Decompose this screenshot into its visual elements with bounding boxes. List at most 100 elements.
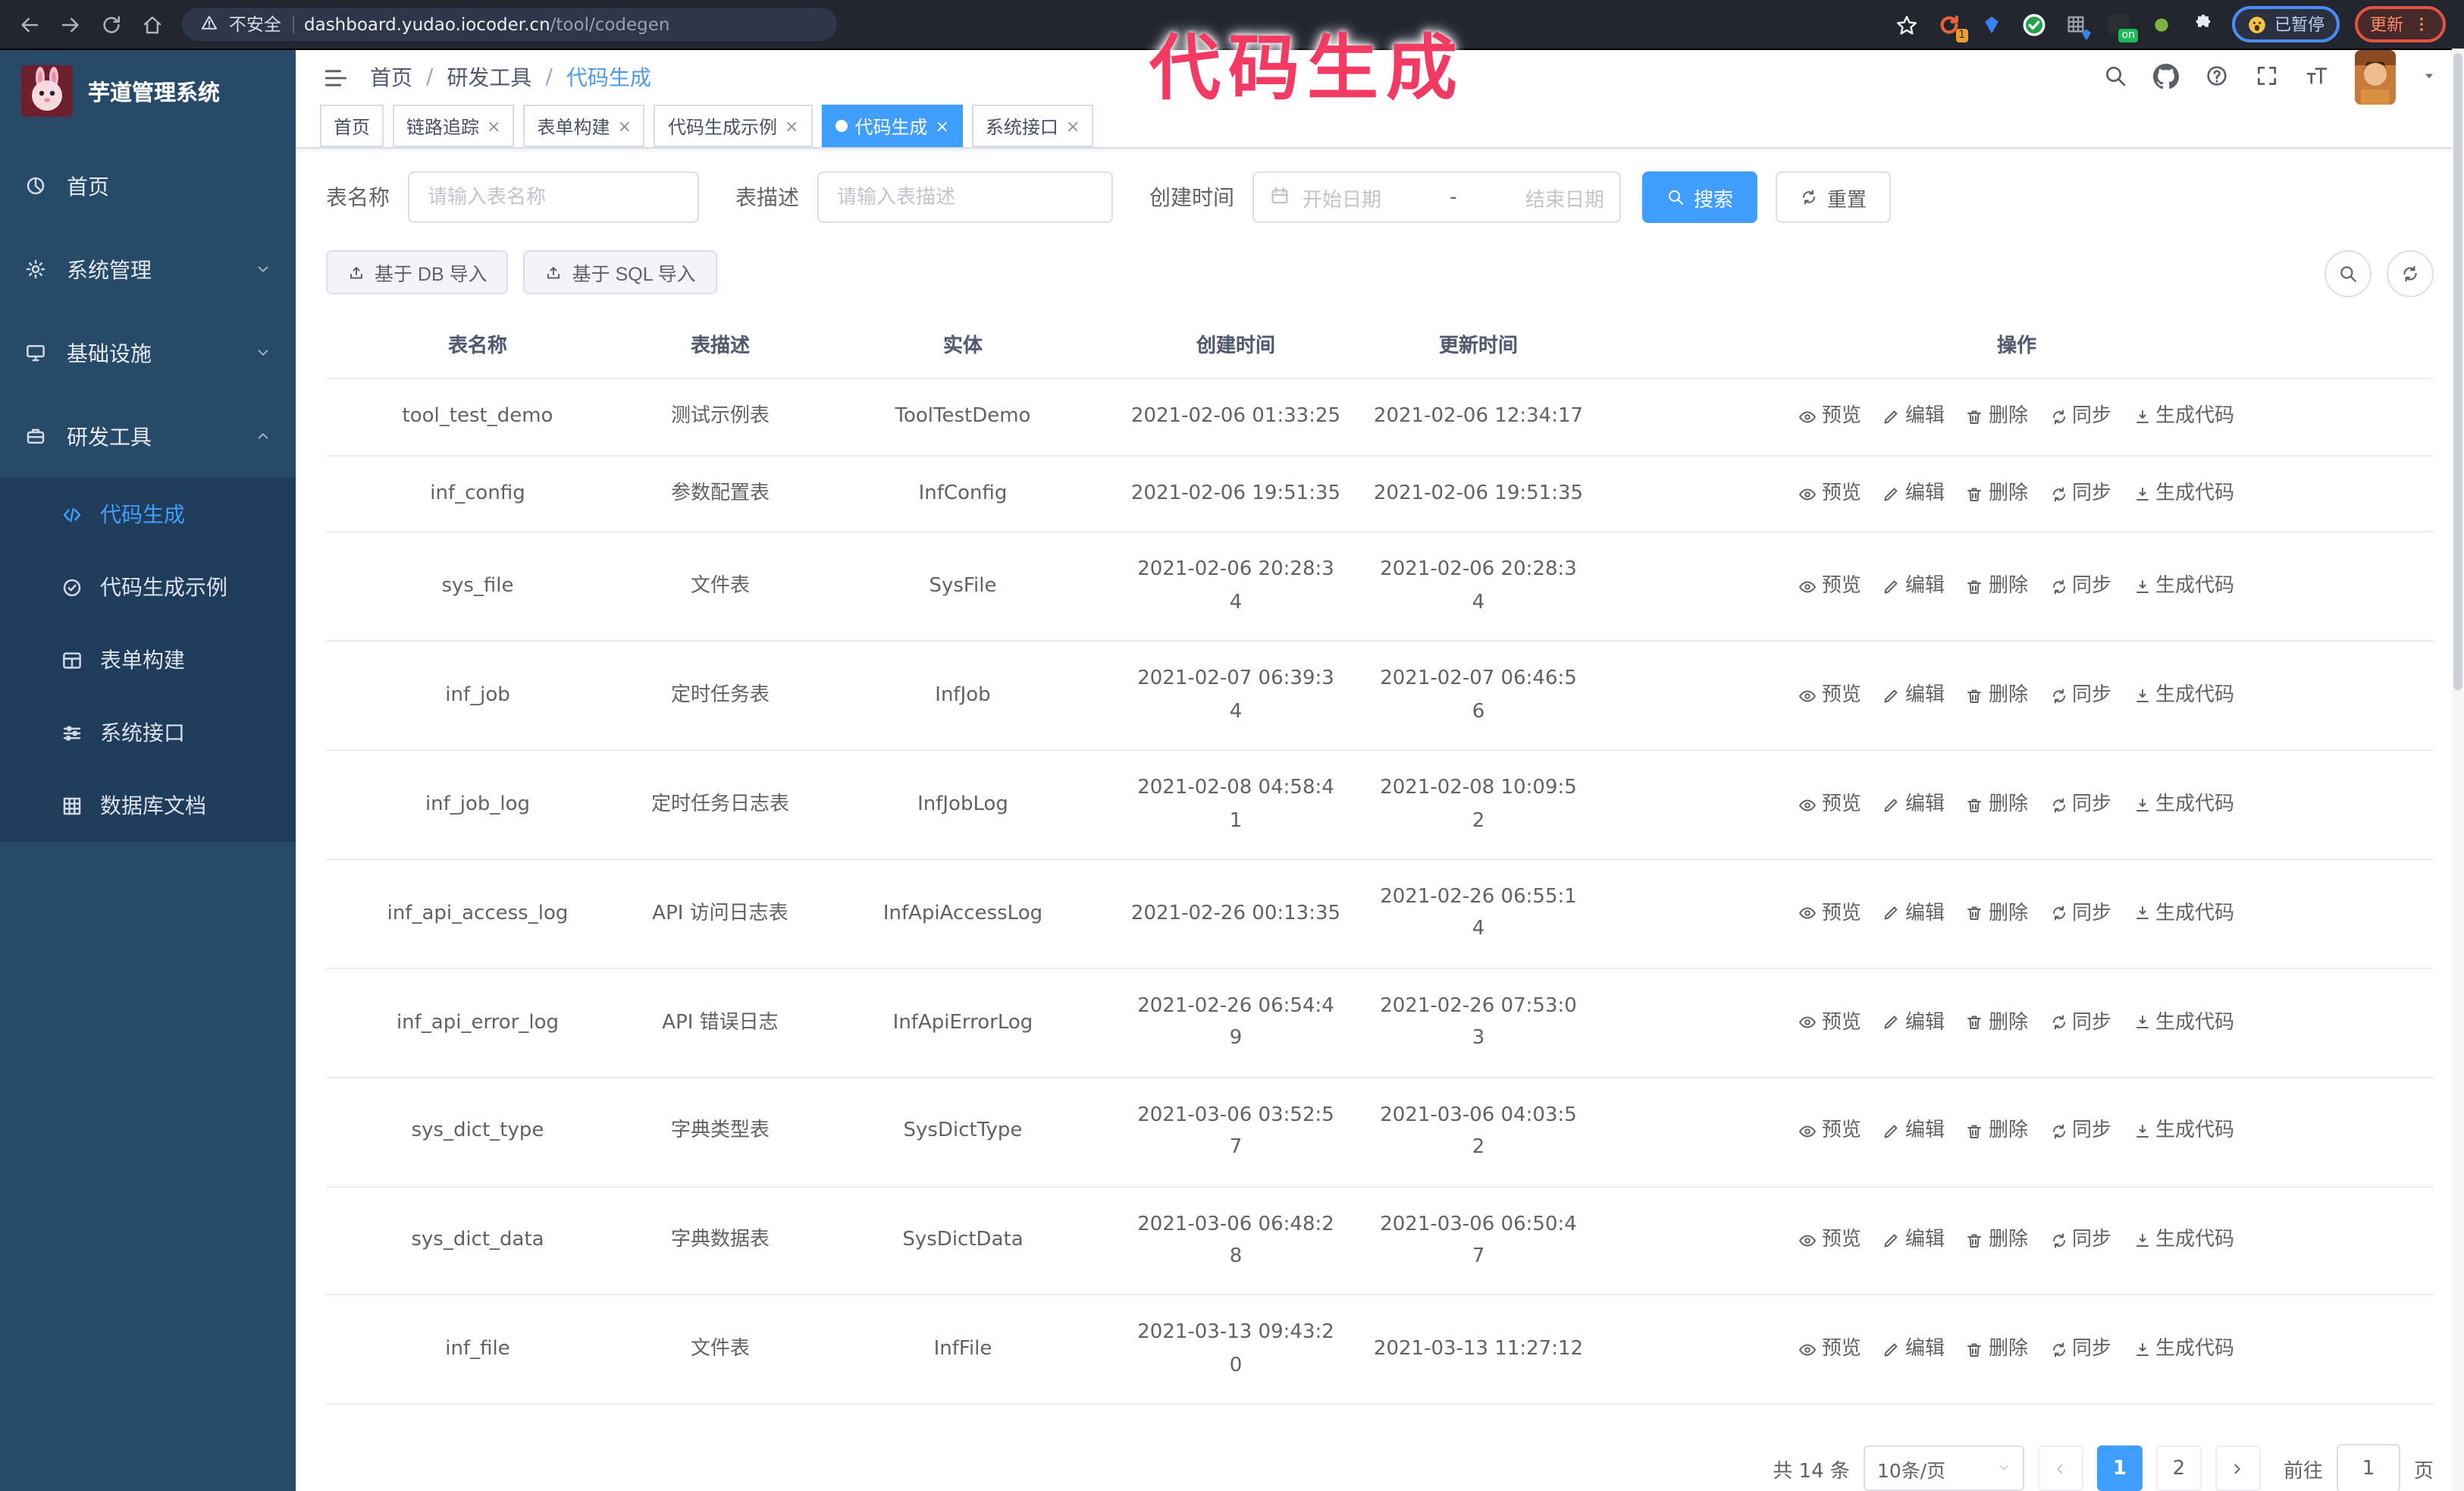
sync-link[interactable]: 同步: [2049, 680, 2111, 712]
edit-link[interactable]: 编辑: [1882, 1333, 1945, 1366]
preview-link[interactable]: 预览: [1799, 1006, 1861, 1039]
preview-link[interactable]: 预览: [1799, 1225, 1861, 1257]
tab-home[interactable]: 首页: [320, 105, 384, 147]
extensions-puzzle-icon[interactable]: [2190, 11, 2217, 38]
sidebar-item-infrastructure[interactable]: 基础设施: [0, 311, 296, 394]
prev-page-button[interactable]: [2037, 1445, 2083, 1491]
sync-link[interactable]: 同步: [2049, 401, 2111, 434]
preview-link[interactable]: 预览: [1799, 401, 1861, 434]
toggle-search-button[interactable]: [2324, 250, 2372, 297]
font-size-icon[interactable]: [2305, 63, 2329, 92]
import-db-button[interactable]: 基于 DB 导入: [326, 250, 509, 294]
preview-link[interactable]: 预览: [1799, 478, 1861, 510]
search-button[interactable]: 搜索: [1642, 171, 1758, 223]
delete-link[interactable]: 删除: [1966, 1116, 2028, 1148]
scrollbar-thumb[interactable]: [2453, 53, 2462, 690]
edit-link[interactable]: 编辑: [1882, 789, 1945, 821]
table-name-input[interactable]: [408, 171, 699, 223]
breadcrumb-home[interactable]: 首页: [370, 62, 412, 93]
goto-page-input[interactable]: [2336, 1444, 2400, 1491]
edit-link[interactable]: 编辑: [1882, 680, 1945, 712]
sidebar-item-dev-tools[interactable]: 研发工具: [0, 394, 296, 478]
generate-code-link[interactable]: 生成代码: [2133, 680, 2234, 712]
sidebar-subitem-system-api[interactable]: 系统接口: [0, 696, 296, 769]
delete-link[interactable]: 删除: [1966, 570, 2028, 603]
sync-link[interactable]: 同步: [2049, 1006, 2111, 1039]
edit-link[interactable]: 编辑: [1882, 478, 1945, 510]
close-icon[interactable]: ×: [487, 116, 500, 136]
breadcrumb-dev-tools[interactable]: 研发工具: [447, 62, 531, 93]
sync-link[interactable]: 同步: [2049, 1225, 2111, 1257]
bookmark-star-icon[interactable]: [1892, 11, 1920, 38]
tab-system-api[interactable]: 系统接口 ×: [971, 105, 1094, 147]
close-icon[interactable]: ×: [1066, 116, 1080, 136]
edit-link[interactable]: 编辑: [1882, 570, 1945, 603]
tab-codegen[interactable]: 代码生成 ×: [821, 105, 963, 147]
sync-link[interactable]: 同步: [2049, 478, 2111, 510]
close-icon[interactable]: ×: [618, 116, 632, 136]
table-desc-input[interactable]: [817, 171, 1113, 223]
back-button[interactable]: [18, 13, 41, 36]
refresh-table-button[interactable]: [2387, 250, 2434, 297]
sync-link[interactable]: 同步: [2049, 1333, 2111, 1366]
preview-link[interactable]: 预览: [1799, 789, 1861, 821]
generate-code-link[interactable]: 生成代码: [2133, 401, 2234, 434]
hamburger-icon[interactable]: [323, 64, 349, 90]
extension-green-icon[interactable]: [2147, 11, 2174, 38]
preview-link[interactable]: 预览: [1799, 570, 1861, 603]
extension-orange-icon[interactable]: 1: [1935, 11, 1968, 42]
generate-code-link[interactable]: 生成代码: [2133, 1116, 2234, 1148]
preview-link[interactable]: 预览: [1799, 1333, 1861, 1366]
profile-paused-badge[interactable]: 已暂停: [2232, 6, 2340, 42]
help-icon[interactable]: [2205, 63, 2229, 92]
preview-link[interactable]: 预览: [1799, 1116, 1861, 1148]
preview-link[interactable]: 预览: [1799, 680, 1861, 712]
delete-link[interactable]: 删除: [1966, 1225, 2028, 1257]
browser-home-button[interactable]: [141, 13, 164, 36]
caret-down-icon[interactable]: [2422, 68, 2437, 86]
extension-on-icon[interactable]: on: [2105, 11, 2138, 42]
edit-link[interactable]: 编辑: [1882, 1225, 1945, 1257]
generate-code-link[interactable]: 生成代码: [2133, 1225, 2234, 1257]
delete-link[interactable]: 删除: [1966, 401, 2028, 434]
generate-code-link[interactable]: 生成代码: [2133, 1333, 2234, 1366]
page-size-select[interactable]: 10条/页: [1863, 1445, 2024, 1491]
delete-link[interactable]: 删除: [1966, 897, 2028, 930]
reset-button[interactable]: 重置: [1776, 171, 1892, 223]
forward-button[interactable]: [59, 13, 82, 36]
page-button-2[interactable]: 2: [2155, 1445, 2202, 1491]
delete-link[interactable]: 删除: [1966, 1006, 2028, 1039]
end-date-placeholder[interactable]: 结束日期: [1525, 183, 1604, 212]
delete-link[interactable]: 删除: [1966, 789, 2028, 821]
delete-link[interactable]: 删除: [1966, 680, 2028, 712]
next-page-button[interactable]: [2215, 1445, 2261, 1491]
sidebar-item-system-management[interactable]: 系统管理: [0, 228, 296, 311]
tab-form-builder[interactable]: 表单构建 ×: [523, 105, 645, 147]
search-icon[interactable]: [2103, 63, 2127, 92]
generate-code-link[interactable]: 生成代码: [2133, 570, 2234, 603]
edit-link[interactable]: 编辑: [1882, 1116, 1945, 1148]
start-date-placeholder[interactable]: 开始日期: [1303, 183, 1381, 212]
page-scrollbar[interactable]: [2452, 49, 2464, 1491]
update-button[interactable]: 更新: [2355, 6, 2446, 42]
sync-link[interactable]: 同步: [2049, 1116, 2111, 1148]
generate-code-link[interactable]: 生成代码: [2133, 478, 2234, 510]
import-sql-button[interactable]: 基于 SQL 导入: [523, 250, 717, 294]
sidebar-subitem-codegen-example[interactable]: 代码生成示例: [0, 551, 296, 623]
edit-link[interactable]: 编辑: [1882, 897, 1945, 930]
close-icon[interactable]: ×: [785, 116, 798, 136]
url-bar[interactable]: 不安全 dashboard.yudao.iocoder.cn/tool/code…: [182, 8, 837, 41]
generate-code-link[interactable]: 生成代码: [2133, 789, 2234, 821]
delete-link[interactable]: 删除: [1966, 1333, 2028, 1366]
tab-trace[interactable]: 链路追踪 ×: [393, 105, 515, 147]
generate-code-link[interactable]: 生成代码: [2133, 897, 2234, 930]
sidebar-subitem-form-builder[interactable]: 表单构建: [0, 623, 296, 696]
date-range-picker[interactable]: 开始日期 - 结束日期: [1252, 171, 1621, 223]
extension-gem-icon[interactable]: [1977, 11, 2005, 38]
sidebar-subitem-codegen[interactable]: 代码生成: [0, 478, 296, 551]
sync-link[interactable]: 同步: [2049, 789, 2111, 821]
preview-link[interactable]: 预览: [1799, 897, 1861, 930]
kebab-menu-icon[interactable]: [2412, 15, 2431, 33]
sync-link[interactable]: 同步: [2049, 897, 2111, 930]
edit-link[interactable]: 编辑: [1882, 401, 1945, 434]
